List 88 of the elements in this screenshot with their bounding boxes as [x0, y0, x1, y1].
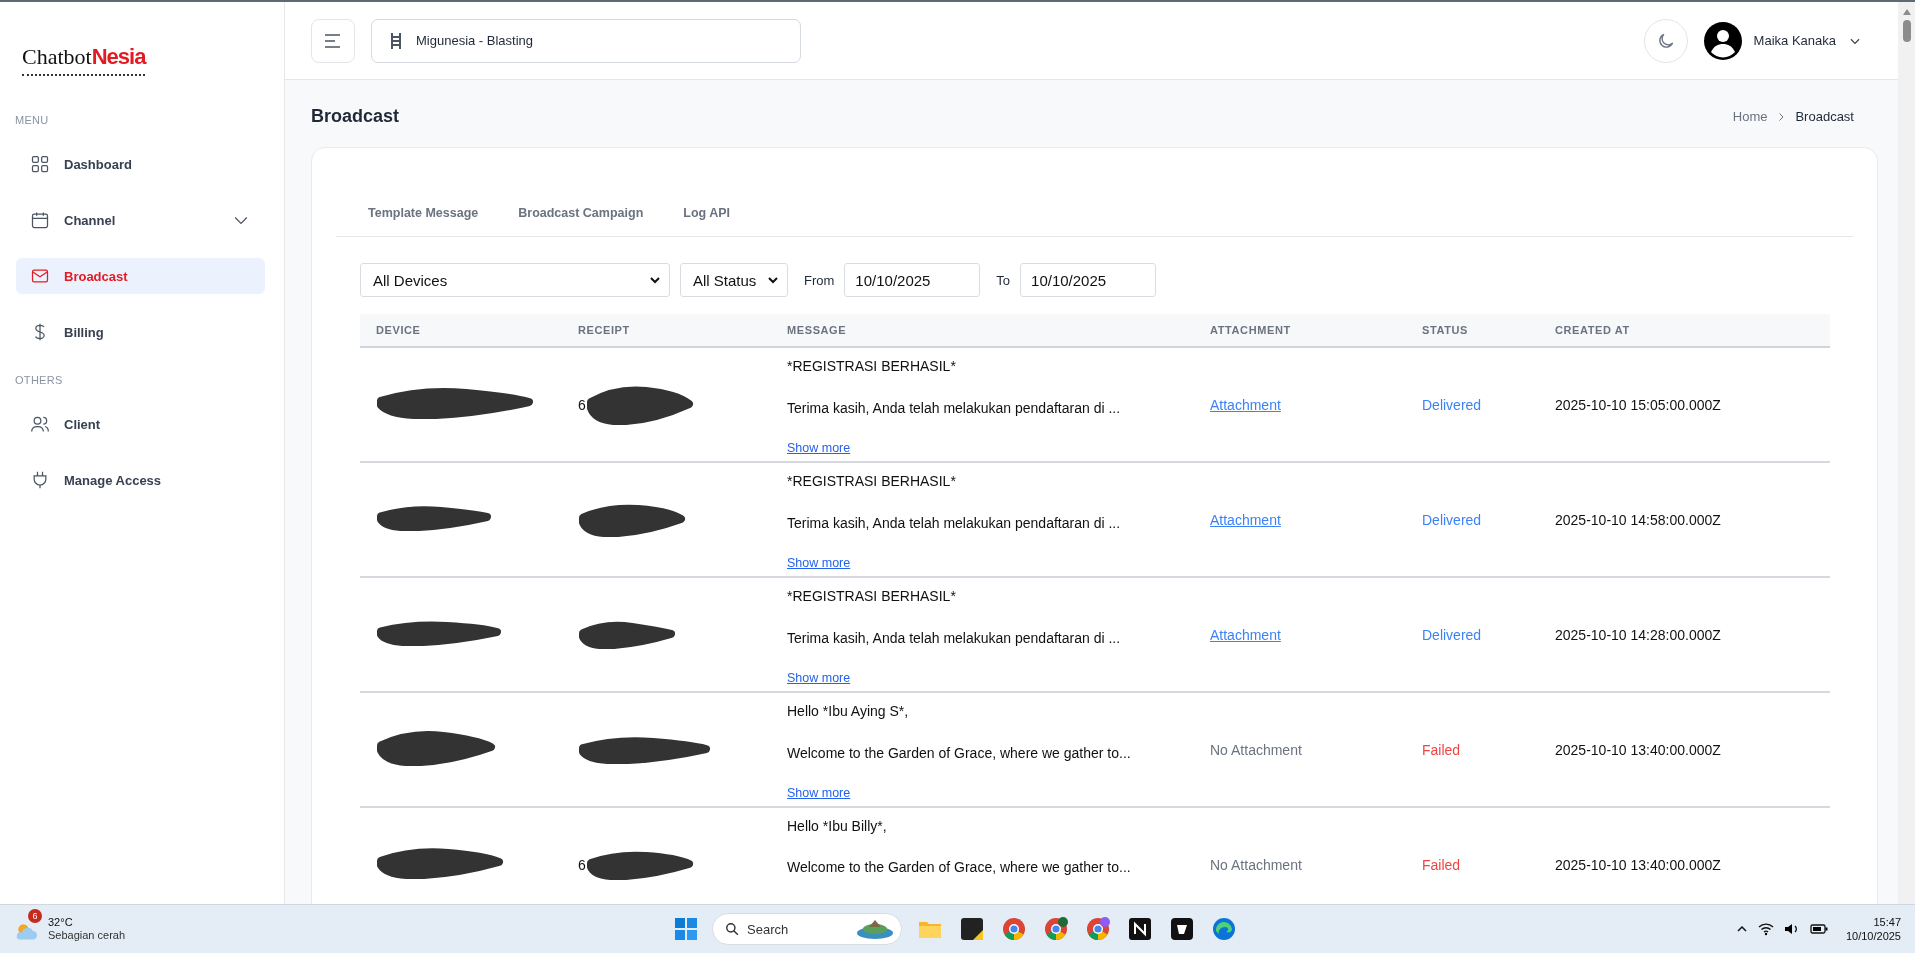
user-menu[interactable]: Maika Kanaka [1703, 21, 1862, 60]
table-cell: 2025-10-10 15:05:00.000Z [1539, 347, 1830, 462]
table-cell: No Attachment [1210, 856, 1302, 873]
status-dropdown[interactable]: All Status [680, 263, 788, 297]
app-icon[interactable] [1129, 918, 1151, 940]
table-cell: 2025-10-10 14:58:00.000Z [1539, 462, 1830, 577]
speaker-icon[interactable] [1783, 922, 1800, 936]
breadcrumb-link[interactable]: Home [1732, 109, 1768, 124]
page-title: Broadcast [311, 106, 400, 127]
message-title: Hello *Ibu Billy*, [787, 818, 888, 834]
chevron-down-icon [649, 274, 661, 286]
show-more-link[interactable]: Show more [787, 671, 1178, 685]
field-label: From [804, 272, 835, 288]
device-dropdown[interactable]: All Devices [360, 263, 670, 297]
tab[interactable]: Log API [679, 206, 735, 237]
column-header: CREATED AT [1539, 314, 1830, 347]
menu-icon [324, 33, 342, 48]
column-header: ATTACHMENT [1194, 314, 1406, 347]
browser-icon[interactable] [1044, 917, 1068, 941]
logo: ChatbotNesia [22, 44, 146, 76]
show-more-link[interactable]: Show more [787, 786, 1178, 800]
date-field[interactable]: 10/10/2025 [1020, 263, 1157, 297]
menu-button[interactable] [311, 18, 355, 63]
column-header: RECEIPT [562, 314, 771, 347]
status-text: Delivered [1422, 511, 1482, 528]
clock[interactable]: 15:47 10/10/2025 [1845, 915, 1901, 943]
sidebar-item[interactable]: Manage Access [16, 462, 265, 498]
table-cell: 2025-10-10 13:40:00.000Z [1539, 692, 1830, 807]
scrollbar-thumb[interactable] [1902, 20, 1911, 42]
browser-icon[interactable] [1086, 917, 1110, 941]
notification-badge: 6 [28, 909, 42, 923]
message-preview: Welcome to the Garden of Grace, where we gather to... [787, 744, 1132, 761]
message-title: Hello *Ibu Aying S*, [787, 703, 910, 719]
edge-icon[interactable] [1212, 917, 1236, 941]
sidebar-item[interactable]: Dashboard [16, 146, 265, 182]
scroll-up-icon[interactable] [1901, 8, 1912, 16]
column-header: STATUS [1406, 314, 1539, 347]
column-header: DEVICE [360, 314, 562, 347]
message-title: *REGISTRASI BERHASIL* [787, 473, 957, 489]
sidebar-item[interactable]: Billing [16, 314, 265, 350]
search-field[interactable]: Search [712, 913, 902, 945]
status-text: Delivered [1422, 626, 1482, 643]
status-text: Delivered [1422, 396, 1482, 413]
tab[interactable]: Broadcast Campaign [514, 206, 648, 237]
app-icon[interactable] [1171, 918, 1193, 940]
temperature-text: 32°C [48, 916, 74, 929]
message-preview: Terima kasih, Anda telah melakukan pendaftaran di ... [787, 514, 1122, 531]
attachment-link[interactable]: Attachment [1210, 511, 1281, 528]
message-title: *REGISTRASI BERHASIL* [787, 358, 957, 374]
message-preview: Terima kasih, Anda telah melakukan pendaftaran di ... [787, 399, 1122, 416]
tab[interactable]: Template Message [364, 206, 483, 237]
date-field[interactable]: 10/10/2025 [844, 263, 981, 297]
chevron-down-icon [767, 274, 779, 286]
status-text: Failed [1422, 741, 1461, 758]
attachment-link[interactable]: Attachment [1210, 396, 1281, 413]
table-cell: No Attachment [1210, 741, 1302, 758]
field-label: To [996, 272, 1011, 288]
avatar-icon [1703, 21, 1742, 60]
message-preview: Welcome to the Garden of Grace, where we gather to... [787, 859, 1132, 875]
project-name: Migunesia - Blasting [416, 33, 534, 48]
receipt-text: 6 [578, 396, 586, 413]
weather-text: Sebagian cerah [48, 929, 126, 942]
message-preview: Terima kasih, Anda telah melakukan pendaftaran di ... [787, 629, 1122, 646]
search-icon [725, 922, 739, 936]
breadcrumb-current: Broadcast [1795, 109, 1854, 124]
attachment-link[interactable]: Attachment [1210, 626, 1281, 643]
project-selector[interactable]: Migunesia - Blasting [371, 18, 801, 63]
status-text: Failed [1422, 856, 1461, 873]
browser-icon[interactable] [1002, 917, 1026, 941]
ladder-icon [390, 31, 402, 50]
column-header: MESSAGE [771, 314, 1194, 347]
wifi-icon[interactable] [1757, 922, 1774, 936]
sidebar-item[interactable]: Channel [16, 202, 265, 238]
receipt-text: 6 [578, 856, 586, 873]
calendar-icon [30, 210, 50, 230]
section-heading: OTHERS [15, 374, 64, 386]
message-title: *REGISTRASI BERHASIL* [787, 588, 957, 604]
table-cell: 2025-10-10 14:28:00.000Z [1539, 577, 1830, 692]
grid-icon [30, 154, 50, 174]
notes-app-icon[interactable] [961, 918, 983, 940]
battery-icon[interactable] [1809, 923, 1828, 935]
sidebar-item[interactable]: Client [16, 406, 265, 442]
start-icon[interactable] [674, 917, 698, 941]
users-icon [30, 414, 50, 434]
show-more-link[interactable]: Show more [787, 556, 1178, 570]
show-more-link[interactable]: Show more [787, 441, 1178, 455]
section-heading: MENU [15, 114, 50, 126]
sidebar-item[interactable]: Broadcast [16, 258, 265, 294]
